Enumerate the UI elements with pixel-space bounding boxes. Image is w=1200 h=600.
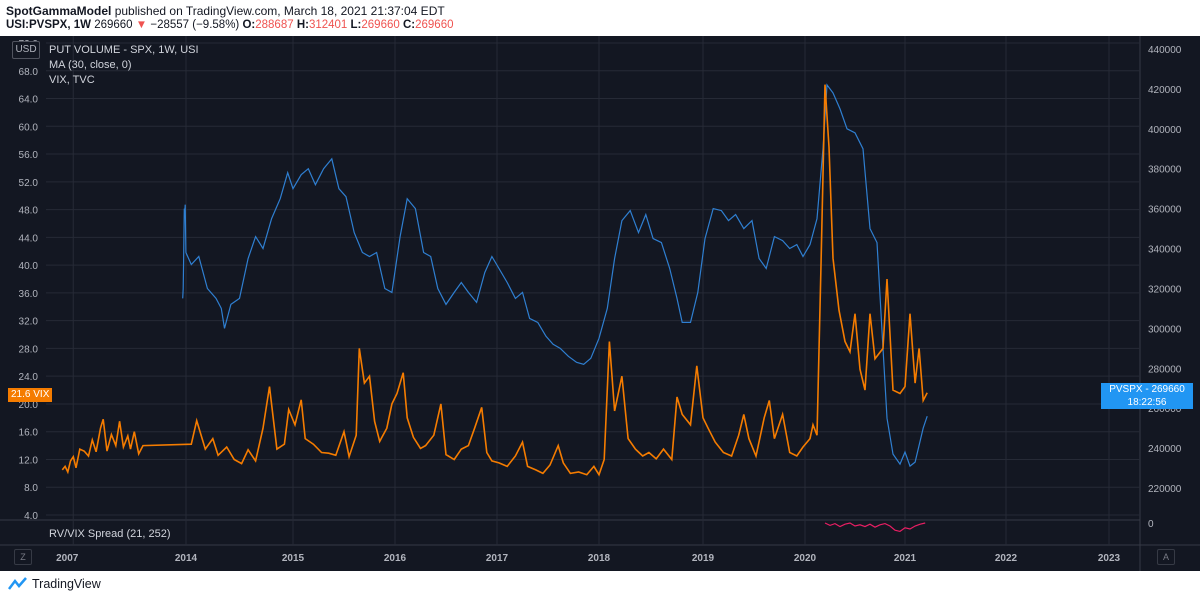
grid-lines <box>0 36 1200 571</box>
x-tick-label: 2015 <box>282 553 305 564</box>
x-tick-label: 2019 <box>692 553 715 564</box>
vix-line <box>61 84 928 477</box>
right-tick-label: 320000 <box>1148 284 1182 295</box>
left-tick-label: 44.0 <box>19 233 39 244</box>
left-tick-label: 4.0 <box>24 511 38 522</box>
pvspx-ma-line <box>182 83 928 468</box>
left-tick-label: 28.0 <box>19 344 39 355</box>
right-tick-label: 280000 <box>1148 364 1182 375</box>
left-tick-label: 60.0 <box>19 122 39 133</box>
legend-ma[interactable]: MA (30, close, 0) <box>49 59 132 71</box>
x-tick-label: 2007 <box>56 553 79 564</box>
tradingview-logo[interactable]: TradingView <box>8 577 101 591</box>
x-tick-label: 2017 <box>486 553 509 564</box>
left-tick-label: 48.0 <box>19 206 39 217</box>
brand-name: TradingView <box>32 577 101 591</box>
x-tick-label: 2014 <box>175 553 198 564</box>
pv-tag-name: PVSPX <box>1109 384 1143 395</box>
spread-tick-label: 0 <box>1148 519 1154 530</box>
x-tick-label: 2018 <box>588 553 611 564</box>
pv-tag-value: 269660 <box>1151 384 1185 395</box>
x-tick-label: 2021 <box>894 553 917 564</box>
vix-tag-name: VIX <box>33 389 50 400</box>
legend-rv-vix-spread[interactable]: RV/VIX Spread (21, 252) <box>49 528 170 540</box>
time-axis: 2007 2014 2015 2016 2017 2018 2019 2020 2021 2022… <box>56 553 1120 564</box>
right-tick-label: 420000 <box>1148 85 1182 96</box>
left-tick-label: 52.0 <box>19 178 39 189</box>
footer: TradingView <box>0 571 1200 600</box>
right-tick-label: 400000 <box>1148 125 1182 136</box>
left-tick-label: 68.0 <box>19 67 39 78</box>
currency-badge[interactable]: USD <box>12 41 40 59</box>
left-tick-label: 12.0 <box>19 455 39 466</box>
pv-tag-time: 18:22:56 <box>1127 397 1167 408</box>
right-tick-label: 300000 <box>1148 324 1182 335</box>
left-tick-label: 24.0 <box>19 372 39 383</box>
x-tick-label: 2022 <box>995 553 1018 564</box>
right-tick-label: 440000 <box>1148 45 1182 56</box>
right-tick-label: 240000 <box>1148 444 1182 455</box>
chart-svg[interactable]: 4.08.012.016.020.024.028.032.036.040.044… <box>0 0 1200 600</box>
left-tick-label: 40.0 <box>19 261 39 272</box>
legend-put-volume[interactable]: PUT VOLUME - SPX, 1W, USI <box>49 44 199 56</box>
legend-vix[interactable]: VIX, TVC <box>49 74 95 86</box>
right-tick-label: 380000 <box>1148 165 1182 176</box>
x-tick-label: 2023 <box>1098 553 1121 564</box>
left-tick-label: 36.0 <box>19 289 39 300</box>
right-tick-label: 220000 <box>1148 484 1182 495</box>
tradingview-logo-icon <box>8 577 27 590</box>
x-tick-label: 2016 <box>384 553 407 564</box>
pvspx-price-tag: PVSPX - 269660 18:22:56 <box>1101 383 1193 409</box>
auto-scale-button[interactable]: A <box>1157 549 1175 565</box>
right-tick-label: 340000 <box>1148 245 1182 256</box>
left-tick-label: 8.0 <box>24 483 38 494</box>
x-tick-label: 2020 <box>794 553 817 564</box>
left-tick-label: 64.0 <box>19 95 39 106</box>
right-axis: 2200002400002600002800003000003200003400… <box>1148 45 1182 530</box>
left-tick-label: 32.0 <box>19 317 39 328</box>
left-tick-label: 56.0 <box>19 150 39 161</box>
vix-tag-value: 21.6 <box>11 389 31 400</box>
zoom-button[interactable]: Z <box>14 549 32 565</box>
rv-vix-spread-line <box>824 522 926 533</box>
vix-price-tag: 21.6 VIX <box>8 388 53 402</box>
right-tick-label: 360000 <box>1148 205 1182 216</box>
left-axis: 4.08.012.016.020.024.028.032.036.040.044… <box>19 39 39 522</box>
left-tick-label: 16.0 <box>19 428 39 439</box>
